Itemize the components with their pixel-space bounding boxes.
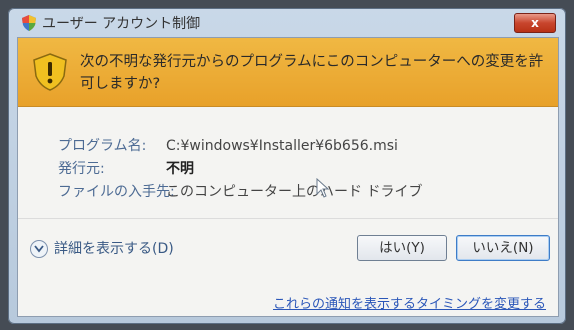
uac-dialog: ユーザー アカウント制御 x 次の不明な発行元からのプログラムにこのコンピュータ… bbox=[8, 8, 566, 324]
publisher-row: 発行元: 不明 bbox=[58, 158, 422, 181]
details-panel: プログラム名: C:¥windows¥Installer¥6b656.msi 発行… bbox=[58, 135, 422, 204]
show-details-toggle[interactable]: 詳細を表示する(D) bbox=[30, 238, 174, 258]
divider bbox=[18, 218, 558, 219]
yes-button[interactable]: はい(Y) bbox=[357, 235, 447, 261]
mouse-pointer-icon bbox=[316, 178, 330, 198]
source-label: ファイルの入手先: bbox=[58, 184, 175, 200]
program-row: プログラム名: C:¥windows¥Installer¥6b656.msi bbox=[58, 135, 422, 158]
chevron-down-icon bbox=[30, 240, 48, 258]
dialog-body: 次の不明な発行元からのプログラムにこのコンピューターへの変更を許可しますか? プ… bbox=[17, 37, 559, 317]
source-row: ファイルの入手先:このコンピューター上のハード ドライブ bbox=[58, 181, 422, 204]
program-label: プログラム名: bbox=[58, 138, 147, 154]
warning-banner: 次の不明な発行元からのプログラムにこのコンピューターへの変更を許可しますか? bbox=[18, 38, 558, 107]
title-bar: ユーザー アカウント制御 x bbox=[8, 8, 566, 36]
source-value: このコンピューター上のハード ドライブ bbox=[166, 184, 423, 200]
close-button[interactable]: x bbox=[514, 13, 556, 33]
window-title: ユーザー アカウント制御 bbox=[42, 16, 201, 32]
publisher-value: 不明 bbox=[166, 161, 194, 177]
notification-settings-link[interactable]: これらの通知を表示するタイミングを変更する bbox=[273, 293, 546, 312]
warning-shield-icon bbox=[33, 53, 67, 91]
prompt-message: 次の不明な発行元からのプログラムにこのコンピューターへの変更を許可しますか? bbox=[80, 54, 544, 92]
publisher-label: 発行元: bbox=[58, 161, 105, 177]
show-details-label: 詳細を表示する(D) bbox=[54, 241, 174, 257]
program-value: C:¥windows¥Installer¥6b656.msi bbox=[166, 138, 398, 154]
shield-icon bbox=[22, 15, 36, 31]
no-button[interactable]: いいえ(N) bbox=[456, 235, 550, 261]
